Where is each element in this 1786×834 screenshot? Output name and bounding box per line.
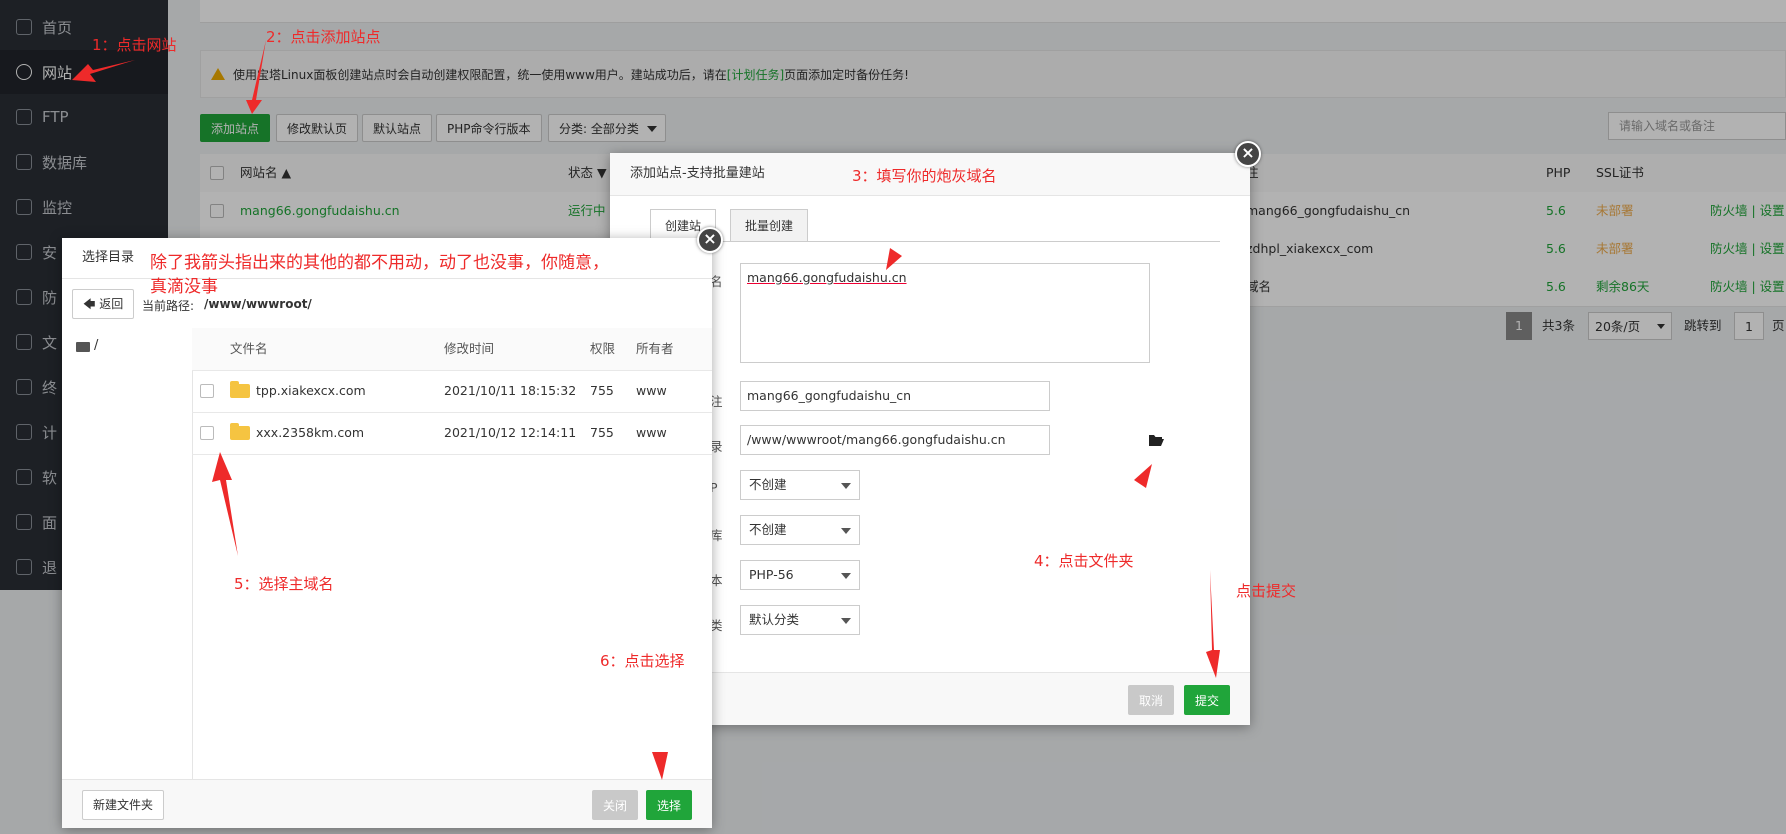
arrow-step-6 [652,682,668,780]
arrow-step-5 [212,452,238,556]
arrow-step-2 [246,40,266,114]
arrow-step-4 [1108,464,1152,550]
arrow-step-1 [72,60,135,82]
arrow-step-3 [886,200,932,270]
annotation-arrows [72,40,1220,780]
arrow-submit [1206,570,1220,678]
